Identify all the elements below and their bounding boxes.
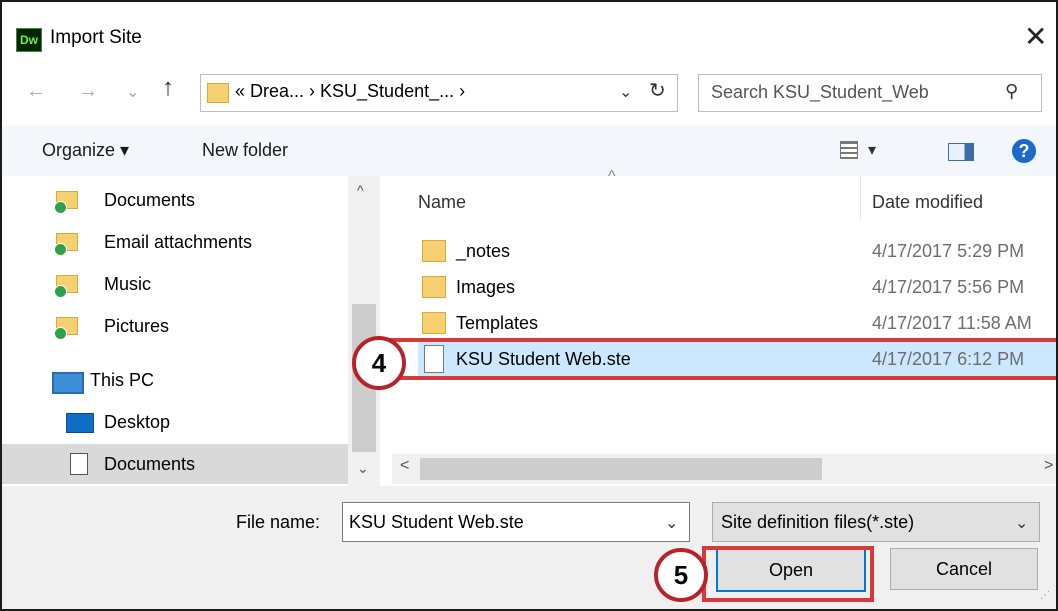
folder-icon xyxy=(422,312,446,334)
title-bar: Dw Import Site ✕ xyxy=(2,2,1056,60)
sidebar-item-documents[interactable]: Documents xyxy=(2,180,348,220)
column-header-date-modified[interactable]: Date modified xyxy=(872,176,983,228)
folder-icon xyxy=(422,240,446,262)
preview-pane-icon[interactable] xyxy=(948,143,974,161)
sidebar-item-label: This PC xyxy=(90,370,155,390)
file-date: 4/17/2017 11:58 AM xyxy=(872,313,1032,333)
navigation-bar: ← → ⌄ ↑ « Drea... › KSU_Student_... › ⌄ … xyxy=(2,60,1056,126)
column-divider[interactable] xyxy=(860,176,861,220)
file-list: ^ Name Date modified _notes 4/17/2017 5:… xyxy=(388,168,1056,486)
sidebar-item-documents-pc[interactable]: Documents xyxy=(2,444,348,484)
navigation-pane: Documents Email attachments Music Pictur… xyxy=(2,176,388,486)
pc-icon xyxy=(52,372,84,394)
folder-icon xyxy=(422,276,446,298)
import-site-dialog: Dw Import Site ✕ ← → ⌄ ↑ « Drea... › KSU… xyxy=(0,0,1058,611)
horizontal-scrollbar[interactable]: < > xyxy=(392,454,1056,484)
step-4-badge: 4 xyxy=(352,336,406,390)
file-row-images[interactable]: Images 4/17/2017 5:56 PM xyxy=(418,270,1056,304)
cancel-button[interactable]: Cancel xyxy=(890,548,1038,590)
file-row-notes[interactable]: _notes 4/17/2017 5:29 PM xyxy=(418,234,1056,268)
sidebar-item-label: Pictures xyxy=(104,316,170,336)
file-type-value: Site definition files(*.ste) xyxy=(721,512,915,532)
file-name: Templates xyxy=(456,313,539,333)
file-name: _notes xyxy=(456,241,511,261)
scroll-up-icon[interactable]: ^ xyxy=(357,182,364,198)
command-toolbar: Organize ▾ New folder ▾ ? xyxy=(2,126,1056,176)
new-folder-button[interactable]: New folder xyxy=(202,140,288,161)
sidebar-item-label: Documents xyxy=(104,190,196,210)
navigation-scrollbar[interactable]: ^ ⌄ xyxy=(348,176,380,486)
column-header-name[interactable]: Name xyxy=(418,176,466,228)
dreamweaver-logo-icon: Dw xyxy=(16,28,42,52)
file-name: Images xyxy=(456,277,516,297)
address-bar[interactable]: « Drea... › KSU_Student_... › ⌄ ↻ xyxy=(200,74,678,112)
sidebar-item-desktop[interactable]: Desktop xyxy=(2,402,348,442)
sort-ascending-icon: ^ xyxy=(608,168,616,185)
refresh-icon[interactable]: ↻ xyxy=(649,78,666,103)
dialog-footer: File name: KSU Student Web.ste ⌄ Site de… xyxy=(2,486,1056,609)
dialog-title: Import Site xyxy=(50,27,142,48)
close-icon[interactable]: ✕ xyxy=(1024,20,1047,53)
view-options-chevron-icon[interactable]: ▾ xyxy=(868,140,876,160)
sidebar-item-email-attachments[interactable]: Email attachments xyxy=(2,222,348,262)
breadcrumb[interactable]: « Drea... › KSU_Student_... › xyxy=(235,81,465,102)
document-icon xyxy=(70,453,88,475)
address-dropdown-chevron-icon[interactable]: ⌄ xyxy=(619,82,632,102)
file-name-label: File name: xyxy=(236,512,321,532)
search-placeholder: Search KSU_Student_Web xyxy=(711,82,929,102)
sidebar-item-label: Music xyxy=(104,274,152,294)
sidebar-item-pictures[interactable]: Pictures xyxy=(2,306,348,346)
help-icon[interactable]: ? xyxy=(1012,139,1036,163)
organize-button[interactable]: Organize ▾ xyxy=(42,140,129,161)
file-name-field[interactable]: KSU Student Web.ste ⌄ xyxy=(342,502,690,542)
file-date: 4/17/2017 5:56 PM xyxy=(872,277,1025,297)
file-name-dropdown-icon[interactable]: ⌄ xyxy=(665,513,678,533)
step-5-badge: 5 xyxy=(654,548,708,602)
sidebar-item-music[interactable]: Music xyxy=(2,264,348,304)
resize-grip-icon[interactable]: ⋰ xyxy=(1040,590,1050,601)
sidebar-item-this-pc[interactable]: This PC xyxy=(2,360,348,400)
search-input[interactable]: Search KSU_Student_Web ⚲ xyxy=(698,74,1042,112)
sync-check-icon xyxy=(54,243,67,256)
file-date: 4/17/2017 5:29 PM xyxy=(872,241,1025,261)
sidebar-item-label: Desktop xyxy=(104,412,171,432)
change-view-icon[interactable] xyxy=(840,141,858,159)
forward-arrow-icon[interactable]: → xyxy=(78,80,98,103)
recent-locations-chevron-icon[interactable]: ⌄ xyxy=(126,82,139,102)
file-row-templates[interactable]: Templates 4/17/2017 11:58 AM xyxy=(418,306,1056,340)
scroll-right-icon[interactable]: > xyxy=(1044,457,1053,475)
file-type-dropdown-icon[interactable]: ⌄ xyxy=(1015,513,1028,533)
file-name-value: KSU Student Web.ste xyxy=(349,512,524,532)
sidebar-item-label: Email attachments xyxy=(104,232,253,252)
search-icon[interactable]: ⚲ xyxy=(1005,81,1018,102)
sync-check-icon xyxy=(54,285,67,298)
sidebar-item-label: Documents xyxy=(104,454,196,474)
sync-check-icon xyxy=(54,201,67,214)
scroll-down-icon[interactable]: ⌄ xyxy=(357,460,369,477)
sync-check-icon xyxy=(54,327,67,340)
step-5-highlight xyxy=(702,546,874,602)
up-arrow-icon[interactable]: ↑ xyxy=(162,74,174,102)
folder-icon xyxy=(207,83,229,103)
back-arrow-icon[interactable]: ← xyxy=(26,80,46,103)
step-4-highlight xyxy=(378,338,1056,380)
desktop-icon xyxy=(66,413,94,433)
file-type-select[interactable]: Site definition files(*.ste) ⌄ xyxy=(712,502,1040,542)
scroll-left-icon[interactable]: < xyxy=(400,457,409,475)
scroll-thumb[interactable] xyxy=(420,458,822,480)
